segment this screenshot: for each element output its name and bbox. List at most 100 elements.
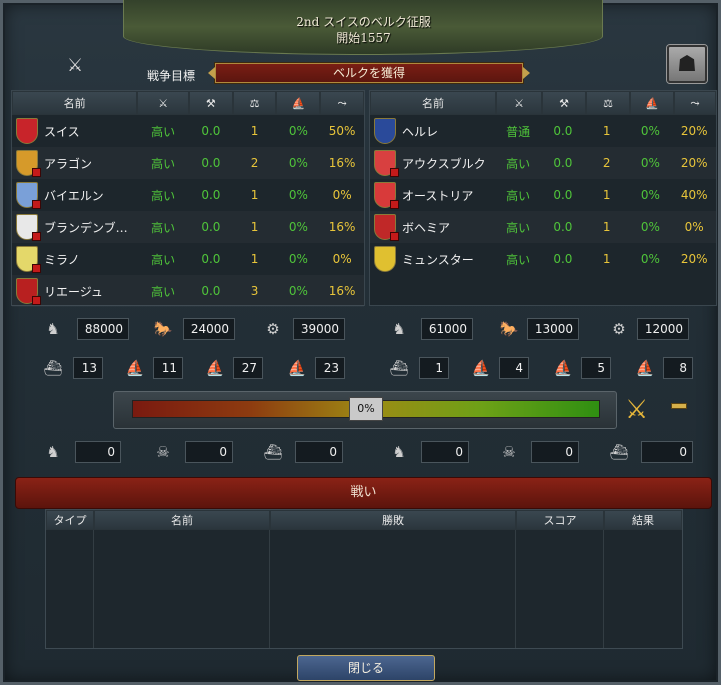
country-name: ミュンスター [402,252,474,267]
crossed-weapons-icon[interactable]: ⚔ [496,91,542,115]
country-name-cell[interactable]: アウクスブルク [370,147,495,179]
fleet-icon[interactable]: ⛵ [276,91,321,115]
right-land-loss-count: 0 [421,441,469,463]
status-marker-icon [32,200,41,209]
right-artillery-count: 12000 [637,318,689,340]
left-artillery-count: 39000 [293,318,345,340]
country-name-cell[interactable]: ヘルレ [370,115,495,147]
naval-contribution-value: 0% [640,124,660,138]
participation-value: 2 [250,156,259,170]
country-shield-icon [374,246,396,272]
country-row[interactable]: ミュンスター 高い 0.0 1 0% 20% [370,243,716,275]
left-galleys: ⛵ 27 [203,356,263,380]
battles-col-score[interactable]: スコア [516,510,604,530]
defenders-panel: 名前 ⚔ ⚒ ⚖ ⛵ ⤳ ヘルレ 普通 0.0 1 0% 20% アウクスブルク 高い 0.0 2… [369,90,717,306]
left-naval-losses: ⛴ 0 [261,440,343,464]
naval-contribution-value: 0% [288,284,308,298]
axes-icon[interactable]: ⚒ [542,91,586,115]
close-button[interactable]: 閉じる [297,655,435,681]
defenders-list: ヘルレ 普通 0.0 1 0% 20% アウクスブルク 高い 0.0 2 0% 20% オーストリア高い… [370,115,716,275]
war-exhaustion-value: 0.0 [553,252,573,266]
war-enthusiasm-value: 高い [506,252,531,267]
battles-col-result[interactable]: 勝敗 [270,510,516,530]
right-naval-loss-count: 0 [641,441,693,463]
country-row[interactable]: バイエルン 高い 0.0 1 0% 0% [12,179,364,211]
left-cavalry: 🐎 24000 [151,317,235,341]
war-exhaustion-value: 0.0 [553,188,573,202]
country-row[interactable]: スイス 高い 0.0 1 0% 50% [12,115,364,147]
infantry-icon: ♞ [46,320,60,338]
country-name-cell[interactable]: バイエルン [12,179,137,211]
musket-icon[interactable]: ⤳ [674,91,716,115]
participation-value: 1 [250,220,259,234]
battles-col-name[interactable]: 名前 [94,510,270,530]
country-row[interactable]: ブランデンブ… 高い 0.0 1 0% 16% [12,211,364,243]
war-enthusiasm-value: 普通 [506,124,531,139]
country-name-cell[interactable]: オーストリア [370,179,495,211]
wargoal-value[interactable]: ベルクを獲得 [208,63,530,83]
participation-value: 1 [602,252,611,266]
right-land-losses: ♞ 0 [387,440,469,464]
country-row[interactable]: リエージュ 高い 0.0 3 0% 16% [12,275,364,307]
scales-icon[interactable]: ⚖ [586,91,630,115]
battles-col-type[interactable]: タイプ [46,510,94,530]
header-name[interactable]: 名前 [370,91,496,115]
country-name: バイエルン [44,188,104,203]
country-name-cell[interactable]: アラゴン [12,147,137,179]
country-name-cell[interactable]: ブランデンブ… [12,211,137,243]
contribution-share-value: 16% [328,156,356,170]
country-row[interactable]: アウクスブルク 高い 0.0 2 0% 20% [370,147,716,179]
cavalry-icon: 🐎 [499,320,519,338]
country-row[interactable]: ボヘミア 高い 0.0 1 0% 0% [370,211,716,243]
battles-col-outcome[interactable]: 結果 [604,510,682,530]
country-name: アウクスブルク [402,156,486,171]
header-name[interactable]: 名前 [12,91,138,115]
left-transport-count: 23 [315,357,345,379]
advisor-portrait-icon[interactable]: ☗ [667,45,707,83]
light-ship-icon: ⛵ [471,359,491,377]
naval-contribution-value: 0% [288,156,308,170]
war-window: 2nd スイスのベルク征服 開始1557 ⚔ ☗ 戦争目標 ベルクを獲得 名前 … [0,0,721,685]
country-name-cell[interactable]: リエージュ [12,275,137,307]
right-transports: ⛵ 8 [633,356,693,380]
right-galley-count: 5 [581,357,611,379]
country-name-cell[interactable]: ミラノ [12,243,137,275]
country-shield-icon [374,182,399,209]
country-shield-icon [16,182,41,209]
crossed-swords-gold-icon[interactable]: ⚔ [625,395,648,425]
left-artillery: ⚙ 39000 [261,317,345,341]
scales-icon[interactable]: ⚖ [232,91,277,115]
country-shield-icon [16,278,41,305]
crossed-swords-icon: ⚔ [67,55,84,76]
cannon-icon: ⚙ [612,320,626,338]
left-heavy-ships: ⛴ 13 [41,356,103,380]
war-exhaustion-value: 0.0 [201,220,221,234]
war-score-value: 0% [349,397,383,421]
contribution-share-value: 40% [680,188,708,202]
country-row[interactable]: オーストリア 高い 0.0 1 0% 40% [370,179,716,211]
country-name: ボヘミア [402,220,451,235]
naval-contribution-value: 0% [640,188,660,202]
fleet-icon[interactable]: ⛵ [630,91,674,115]
country-name-cell[interactable]: ミュンスター [370,243,495,275]
heavy-ship-icon: ⛴ [389,359,409,377]
country-name-cell[interactable]: スイス [12,115,137,147]
contribution-share-value: 16% [328,220,356,234]
country-name: オーストリア [402,188,474,203]
country-row[interactable]: ミラノ 高い 0.0 1 0% 0% [12,243,364,275]
war-exhaustion-value: 0.0 [553,220,573,234]
country-row[interactable]: ヘルレ 普通 0.0 1 0% 20% [370,115,716,147]
musket-icon[interactable]: ⤳ [320,91,364,115]
axes-icon[interactable]: ⚒ [188,91,233,115]
country-name-cell[interactable]: ボヘミア [370,211,495,243]
minus-icon[interactable] [671,403,687,409]
cannon-icon: ⚙ [266,320,280,338]
right-artillery: ⚙ 12000 [607,317,689,341]
contribution-share-value: 0% [684,220,704,234]
crossed-weapons-icon[interactable]: ⚔ [137,91,189,115]
war-exhaustion-value: 0.0 [201,252,221,266]
country-row[interactable]: アラゴン 高い 0.0 2 0% 16% [12,147,364,179]
contribution-share-value: 20% [680,124,708,138]
right-transport-count: 8 [663,357,693,379]
right-cavalry-count: 13000 [527,318,579,340]
